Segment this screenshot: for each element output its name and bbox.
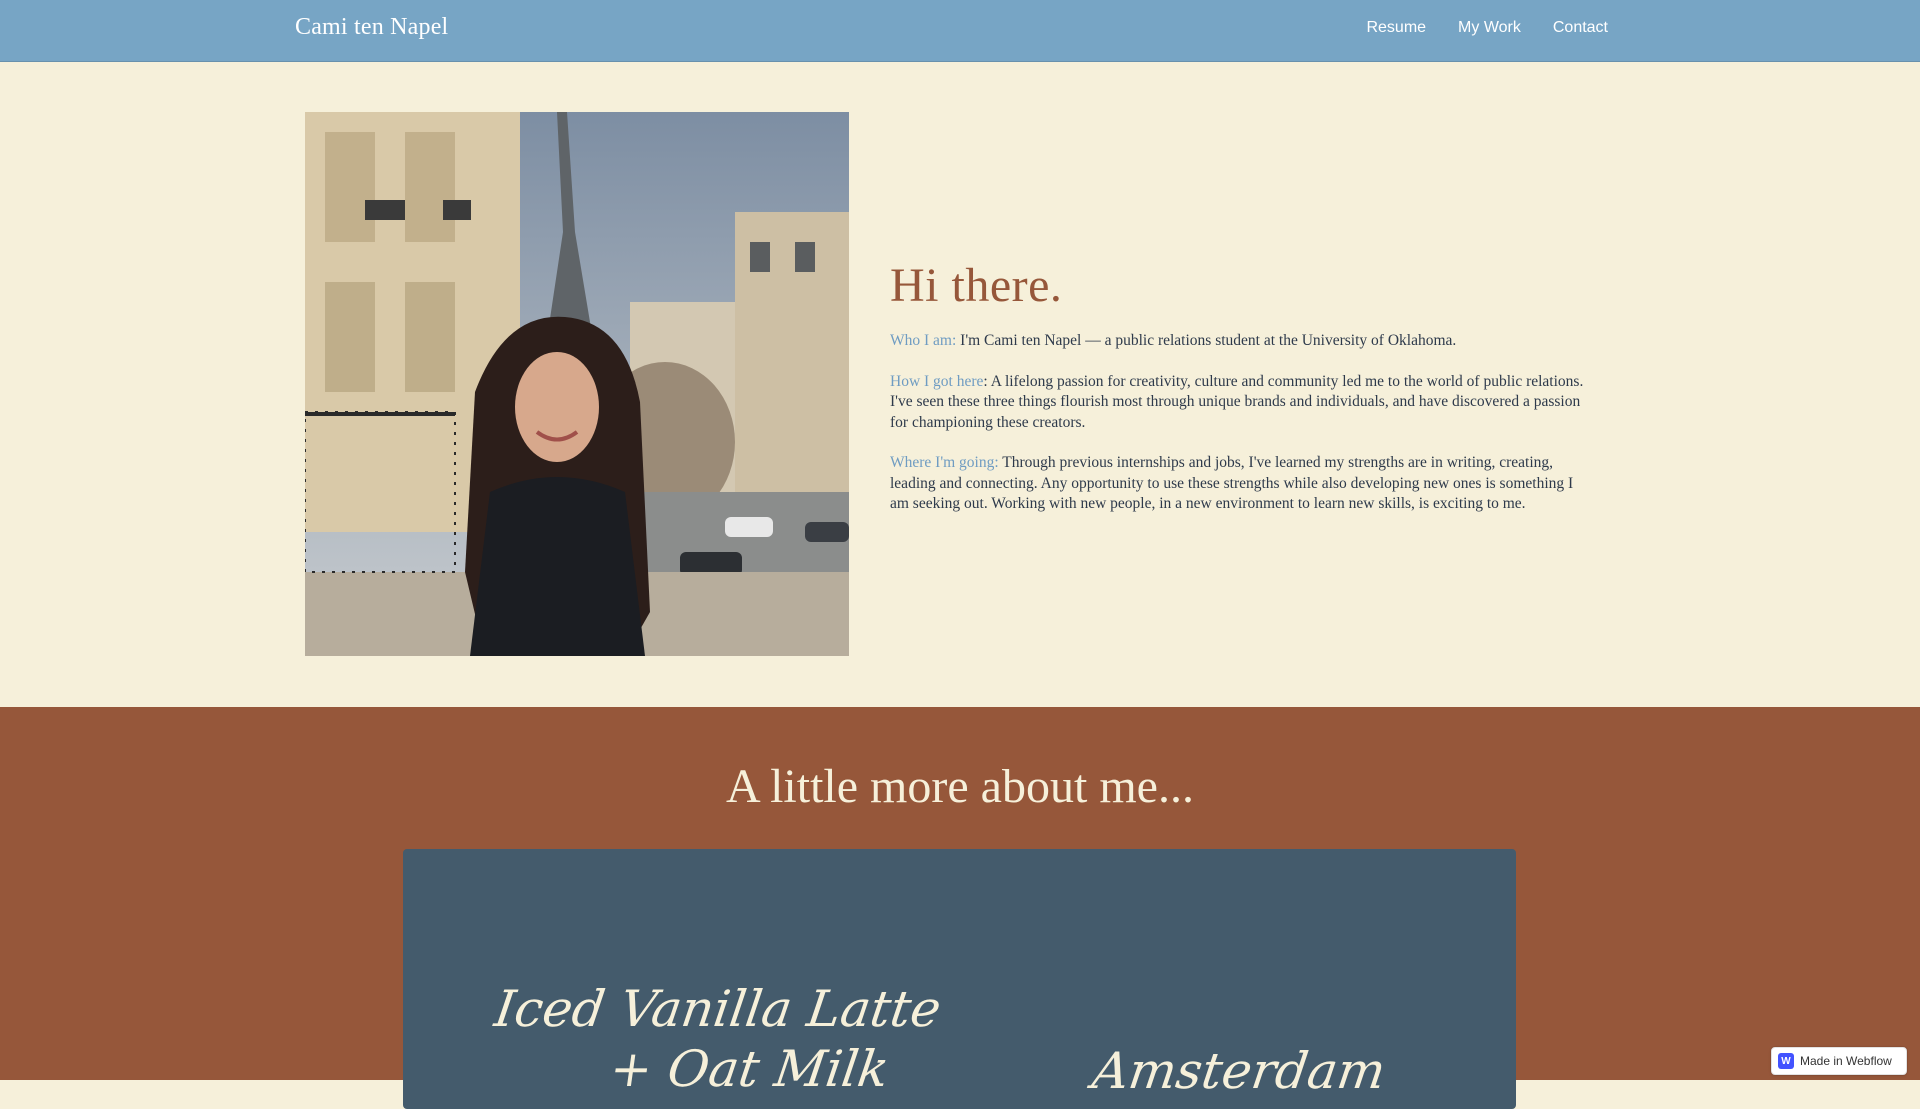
where-paragraph: Where I'm going: Through previous intern… [890,453,1590,515]
favorite-drink: Iced Vanilla Latte + Oat Milk [483,979,945,1099]
made-in-webflow-badge[interactable]: W Made in Webflow [1771,1047,1907,1075]
badge-label: Made in Webflow [1800,1054,1892,1068]
webflow-logo-icon: W [1778,1053,1794,1069]
portrait-photo [305,112,849,656]
favorite-drink-line2: + Oat Milk [606,1040,893,1098]
where-label: Where I'm going: [890,454,999,471]
site-header: Cami ten Napel Resume My Work Contact [0,0,1920,62]
how-text: : A lifelong passion for creativity, cul… [890,372,1584,431]
favorite-drink-line1: Iced Vanilla Latte [491,980,945,1038]
how-paragraph: How I got here: A lifelong passion for c… [890,372,1590,434]
who-text: I'm Cami ten Napel — a public relations … [956,332,1457,349]
about-section: A little more about me... Iced Vanilla L… [0,707,1920,1109]
main-nav: Resume My Work Contact [1366,19,1608,37]
favorite-city: Amsterdam [1088,1042,1390,1100]
portrait-illustration [305,112,849,656]
hero-heading: Hi there. [890,259,1063,312]
nav-resume-link[interactable]: Resume [1366,19,1426,37]
nav-contact-link[interactable]: Contact [1553,19,1608,37]
favorites-card: Iced Vanilla Latte + Oat Milk Amsterdam [403,849,1516,1109]
who-paragraph: Who I am: I'm Cami ten Napel — a public … [890,331,1590,352]
about-heading: A little more about me... [726,760,1194,813]
brand-logo-link[interactable]: Cami ten Napel [295,14,448,41]
nav-my-work-link[interactable]: My Work [1458,19,1521,37]
who-label: Who I am: [890,332,957,349]
hero-section: Hi there. Who I am: I'm Cami ten Napel —… [0,62,1920,707]
how-label: How I got here [890,372,984,390]
intro-text-block: Hi there. Who I am: I'm Cami ten Napel —… [890,258,1590,535]
